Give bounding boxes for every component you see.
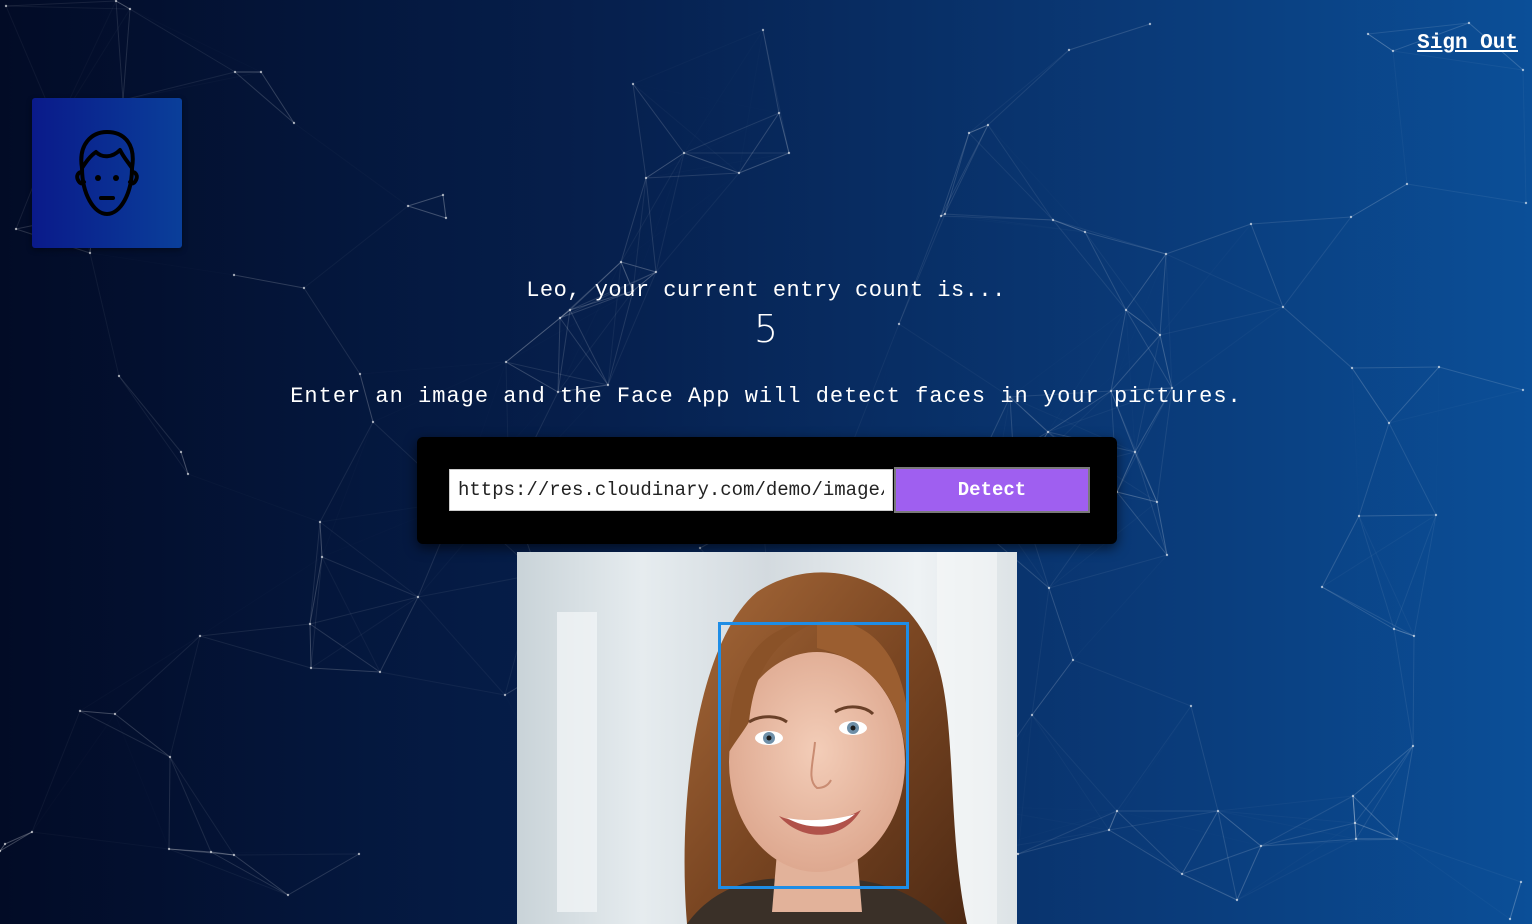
result-image	[517, 552, 1017, 924]
sign-out-link[interactable]: Sign Out	[1417, 32, 1518, 55]
entry-count-message: Leo, your current entry count is...	[526, 278, 1006, 303]
instruction-text: Enter an image and the Face App will det…	[290, 384, 1242, 409]
logo[interactable]	[32, 98, 182, 248]
entry-count-value: 5	[753, 307, 779, 351]
image-link-form: Detect	[417, 437, 1117, 544]
image-url-input[interactable]	[449, 469, 893, 511]
face-bounding-box	[718, 622, 909, 889]
entry-count-section: Leo, your current entry count is... 5	[0, 278, 1532, 351]
face-icon	[75, 130, 139, 216]
detect-button[interactable]: Detect	[894, 467, 1090, 513]
